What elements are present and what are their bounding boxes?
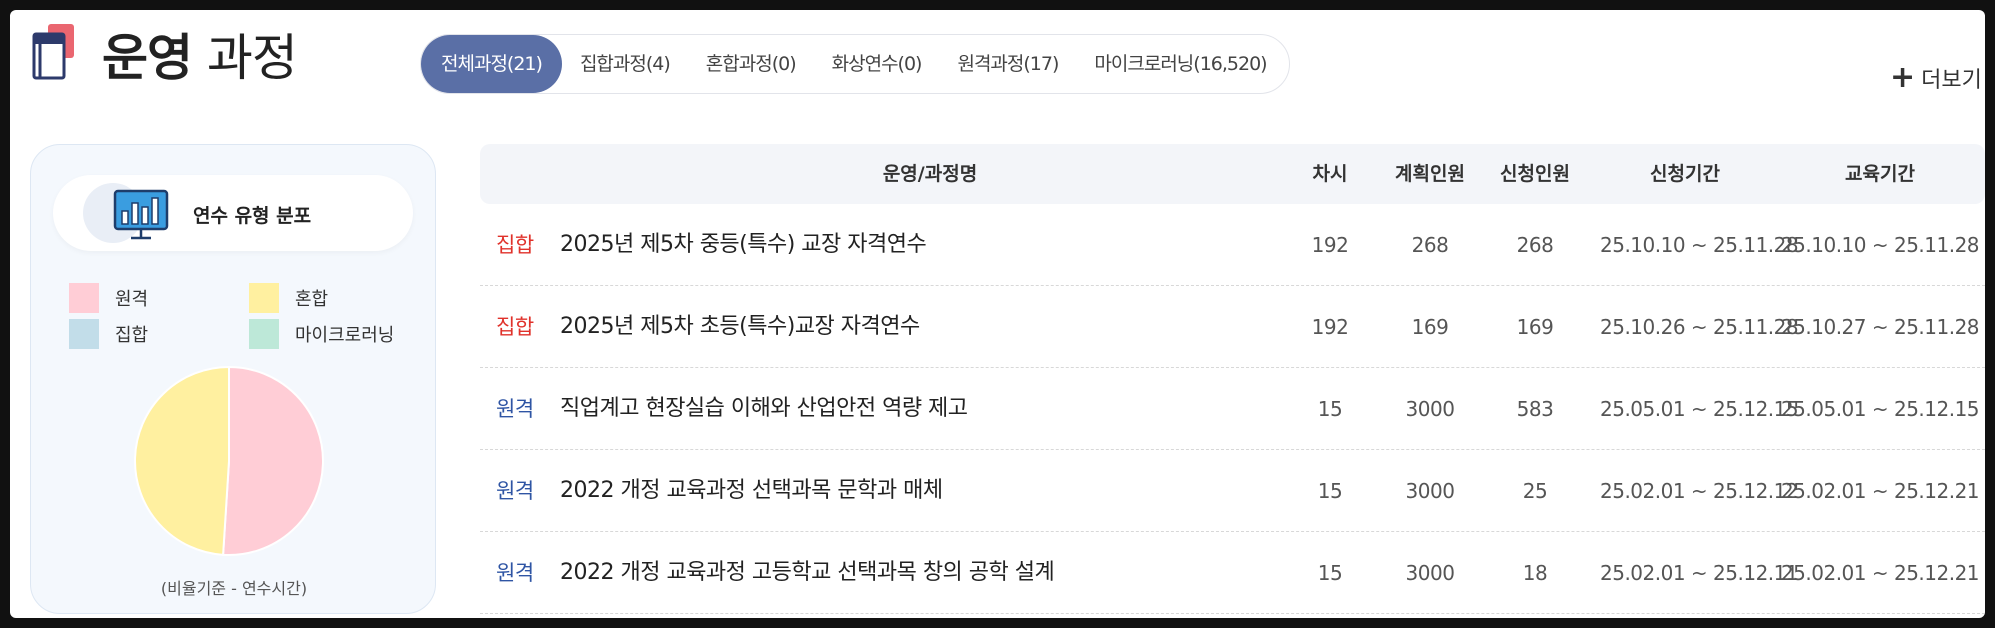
applied-count: 268 xyxy=(1516,233,1554,257)
planned-count: 3000 xyxy=(1405,397,1455,421)
planned-count: 268 xyxy=(1411,233,1449,257)
course-name-link[interactable]: 2025년 제5차 중등(특수) 교장 자격연수 xyxy=(560,204,927,286)
pie-slice-원격 xyxy=(222,365,324,556)
planned-count: 3000 xyxy=(1405,561,1455,585)
page-frame: 운영 과정 전체과정(21) 집합과정(4) 혼합과정(0) 화상연수(0) 원… xyxy=(10,10,1985,618)
legend-label-blended: 혼합 xyxy=(295,289,329,310)
round-count: 15 xyxy=(1317,479,1343,503)
planned-count: 3000 xyxy=(1405,479,1455,503)
round-count: 15 xyxy=(1317,397,1343,421)
applied-count: 18 xyxy=(1522,561,1548,585)
tab-group[interactable]: 집합과정(4) xyxy=(562,35,688,93)
course-type-label: 집합 xyxy=(496,315,534,339)
tab-all[interactable]: 전체과정(21) xyxy=(421,35,562,93)
legend-label-group: 집합 xyxy=(115,325,149,346)
header-planned: 계획인원 xyxy=(1395,163,1465,185)
legend-blended: 혼합 xyxy=(249,283,328,313)
apply-period: 25.02.01 ~ 25.12.11 xyxy=(1600,561,1799,585)
legend-label-remote: 원격 xyxy=(115,289,149,310)
legend-group: 집합 xyxy=(69,319,148,349)
legend-swatch-microlearning xyxy=(249,319,279,349)
apply-period: 25.10.10 ~ 25.11.28 xyxy=(1600,233,1799,257)
course-name-link[interactable]: 2022 개정 교육과정 고등학교 선택과목 창의 공학 설계 xyxy=(560,532,1055,614)
table-row[interactable]: 원격 2022 개정 교육과정 고등학교 선택과목 창의 공학 설계 15 30… xyxy=(480,532,1985,614)
apply-period: 25.05.01 ~ 25.12.15 xyxy=(1600,397,1799,421)
table-row[interactable]: 원격 직업계고 현장실습 이해와 산업안전 역량 제고 15 3000 583 … xyxy=(480,368,1985,450)
edu-period: 25.05.01 ~ 25.12.15 xyxy=(1780,397,1980,421)
tab-blended[interactable]: 혼합과정(0) xyxy=(688,35,814,93)
table-row[interactable]: 집합 2025년 제5차 중등(특수) 교장 자격연수 192 268 268 … xyxy=(480,204,1985,286)
legend-microlearning: 마이크로러닝 xyxy=(249,319,394,349)
header-apply-period: 신청기간 xyxy=(1650,163,1720,185)
course-type-label: 원격 xyxy=(496,397,534,421)
page-title-bold: 운영 xyxy=(102,29,193,87)
tab-video[interactable]: 화상연수(0) xyxy=(814,35,940,93)
apply-period: 25.02.01 ~ 25.12.12 xyxy=(1600,479,1799,503)
distribution-pie-chart xyxy=(134,365,324,556)
course-name-link[interactable]: 2022 개정 교육과정 선택과목 문학과 매체 xyxy=(560,450,943,532)
edu-period: 25.02.01 ~ 25.12.21 xyxy=(1780,561,1980,585)
page-title-light: 과정 xyxy=(206,29,298,87)
distribution-header: 연수 유형 분포 xyxy=(53,175,413,251)
course-filter-tabs: 전체과정(21) 집합과정(4) 혼합과정(0) 화상연수(0) 원격과정(17… xyxy=(420,34,1290,94)
table-body: 집합 2025년 제5차 중등(특수) 교장 자격연수 192 268 268 … xyxy=(480,204,1985,614)
applied-count: 169 xyxy=(1516,315,1554,339)
apply-period: 25.10.26 ~ 25.11.28 xyxy=(1600,315,1799,339)
legend-remote: 원격 xyxy=(69,283,148,313)
planned-count: 169 xyxy=(1411,315,1449,339)
round-count: 192 xyxy=(1311,233,1349,257)
distribution-card: 연수 유형 분포 원격 혼합 집합 마이크로러닝 (비율기준 - 연수시간) xyxy=(30,144,436,614)
pie-slice-혼합 xyxy=(134,365,230,556)
book-icon xyxy=(32,24,74,80)
course-name-link[interactable]: 2025년 제5차 초등(특수)교장 자격연수 xyxy=(560,286,920,368)
header-course-name: 운영/과정명 xyxy=(882,163,978,185)
course-type-label: 집합 xyxy=(496,233,534,257)
header-round: 차시 xyxy=(1312,163,1348,185)
edu-period: 25.02.01 ~ 25.12.21 xyxy=(1780,479,1980,503)
legend-label-microlearning: 마이크로러닝 xyxy=(295,325,395,346)
bar-chart-monitor-icon xyxy=(113,189,169,240)
course-type-label: 원격 xyxy=(496,561,534,585)
round-count: 15 xyxy=(1317,561,1343,585)
table-header: 운영/과정명 차시 계획인원 신청인원 신청기간 교육기간 xyxy=(480,144,1985,204)
course-type-label: 원격 xyxy=(496,479,534,503)
header-applied: 신청인원 xyxy=(1500,163,1570,185)
pie-note: (비율기준 - 연수시간) xyxy=(160,579,308,598)
table-row[interactable]: 원격 2022 개정 교육과정 선택과목 문학과 매체 15 3000 25 2… xyxy=(480,450,1985,532)
page-title: 운영 과정 xyxy=(102,28,298,88)
applied-count: 583 xyxy=(1516,397,1554,421)
course-name-link[interactable]: 직업계고 현장실습 이해와 산업안전 역량 제고 xyxy=(560,368,968,450)
round-count: 192 xyxy=(1311,315,1349,339)
legend-swatch-remote xyxy=(69,283,99,313)
header-edu-period: 교육기간 xyxy=(1845,163,1915,185)
more-label: 더보기 xyxy=(1921,68,1982,93)
legend-swatch-blended xyxy=(249,283,279,313)
course-table: 운영/과정명 차시 계획인원 신청인원 신청기간 교육기간 집합 2025년 제… xyxy=(480,144,1985,614)
tab-microlearning[interactable]: 마이크로러닝(16,520) xyxy=(1076,35,1284,93)
distribution-title: 연수 유형 분포 xyxy=(193,205,312,227)
edu-period: 25.10.10 ~ 25.11.28 xyxy=(1780,233,1980,257)
more-button[interactable]: + 더보기 xyxy=(1890,62,1982,94)
edu-period: 25.10.27 ~ 25.11.28 xyxy=(1780,315,1980,339)
tab-remote[interactable]: 원격과정(17) xyxy=(939,35,1076,93)
applied-count: 25 xyxy=(1522,479,1548,503)
table-row[interactable]: 집합 2025년 제5차 초등(특수)교장 자격연수 192 169 169 2… xyxy=(480,286,1985,368)
legend-swatch-group xyxy=(69,319,99,349)
plus-icon: + xyxy=(1890,60,1916,95)
